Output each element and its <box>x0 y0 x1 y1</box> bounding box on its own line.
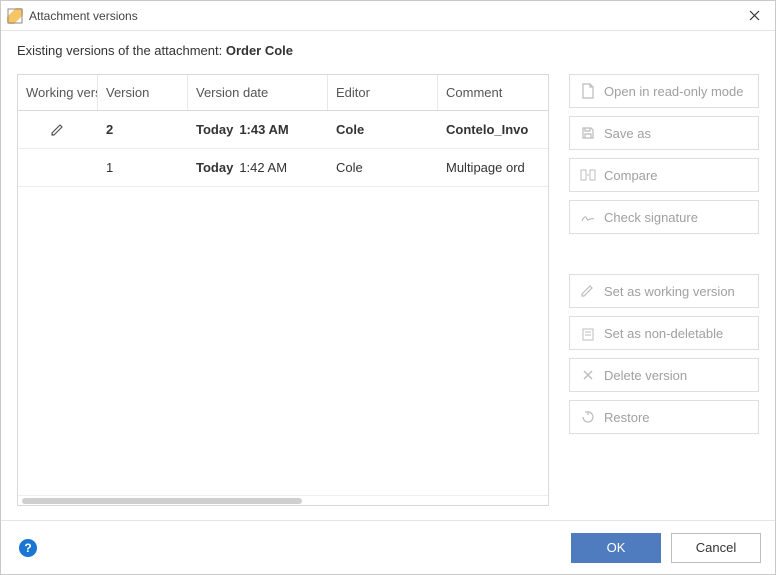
help-button[interactable]: ? <box>19 539 37 557</box>
restore-icon <box>580 409 596 425</box>
col-header-editor[interactable]: Editor <box>328 75 438 110</box>
col-header-version-date[interactable]: Version date <box>188 75 328 110</box>
button-label: Set as working version <box>604 284 735 299</box>
body-row: Working version Version Version date Edi… <box>17 74 759 506</box>
dialog-footer: ? OK Cancel <box>1 520 775 574</box>
titlebar: Attachment versions <box>1 1 775 31</box>
cell-date-time: 1:42 AM <box>239 160 287 175</box>
cell-date-time: 1:43 AM <box>239 122 288 137</box>
table-header: Working version Version Version date Edi… <box>18 75 548 111</box>
cell-comment: Contelo_Invo <box>438 122 548 137</box>
col-header-version[interactable]: Version <box>98 75 188 110</box>
button-label: Open in read-only mode <box>604 84 743 99</box>
document-icon <box>580 83 596 99</box>
action-separator <box>569 242 759 266</box>
lock-icon <box>580 325 596 341</box>
cell-version: 2 <box>98 122 188 137</box>
dialog-window: Attachment versions Existing versions of… <box>0 0 776 575</box>
button-label: Restore <box>604 410 650 425</box>
window-title: Attachment versions <box>29 9 739 23</box>
button-label: Delete version <box>604 368 687 383</box>
content-area: Existing versions of the attachment: Ord… <box>1 31 775 520</box>
save-icon <box>580 125 596 141</box>
cell-date: Today 1:43 AM <box>188 122 328 137</box>
cell-date: Today 1:42 AM <box>188 160 328 175</box>
pen-icon <box>580 283 596 299</box>
close-button[interactable] <box>739 2 769 30</box>
action-buttons: Open in read-only mode Save as Compare <box>569 74 759 506</box>
set-non-deletable-button[interactable]: Set as non-deletable <box>569 316 759 350</box>
delete-icon <box>580 367 596 383</box>
pen-icon <box>50 122 66 138</box>
cell-editor: Cole <box>328 122 438 137</box>
table-row[interactable]: 2 Today 1:43 AM Cole Contelo_Invo <box>18 111 548 149</box>
save-as-button[interactable]: Save as <box>569 116 759 150</box>
table-row[interactable]: 1 Today 1:42 AM Cole Multipage ord <box>18 149 548 187</box>
app-icon <box>7 8 23 24</box>
button-label: Compare <box>604 168 657 183</box>
col-header-working-version[interactable]: Working version <box>18 75 98 110</box>
signature-icon <box>580 209 596 225</box>
button-label: Check signature <box>604 210 698 225</box>
cell-comment: Multipage ord <box>438 160 548 175</box>
description-prefix: Existing versions of the attachment: <box>17 43 226 58</box>
cell-working-version <box>18 122 98 138</box>
delete-version-button[interactable]: Delete version <box>569 358 759 392</box>
compare-icon <box>580 167 596 183</box>
attachment-name: Order Cole <box>226 43 293 58</box>
versions-table: Working version Version Version date Edi… <box>17 74 549 506</box>
cancel-button[interactable]: Cancel <box>671 533 761 563</box>
check-signature-button[interactable]: Check signature <box>569 200 759 234</box>
open-readonly-button[interactable]: Open in read-only mode <box>569 74 759 108</box>
cell-date-prefix: Today <box>196 160 233 175</box>
ok-button[interactable]: OK <box>571 533 661 563</box>
cell-date-prefix: Today <box>196 122 233 137</box>
col-header-comment[interactable]: Comment <box>438 75 548 110</box>
restore-button[interactable]: Restore <box>569 400 759 434</box>
scrollbar-thumb[interactable] <box>22 498 302 504</box>
table-body: 2 Today 1:43 AM Cole Contelo_Invo 1 <box>18 111 548 495</box>
description: Existing versions of the attachment: Ord… <box>17 43 759 58</box>
compare-button[interactable]: Compare <box>569 158 759 192</box>
button-label: Set as non-deletable <box>604 326 723 341</box>
button-label: Save as <box>604 126 651 141</box>
cell-editor: Cole <box>328 160 438 175</box>
cell-version: 1 <box>98 160 188 175</box>
horizontal-scrollbar[interactable] <box>18 495 548 505</box>
set-working-version-button[interactable]: Set as working version <box>569 274 759 308</box>
